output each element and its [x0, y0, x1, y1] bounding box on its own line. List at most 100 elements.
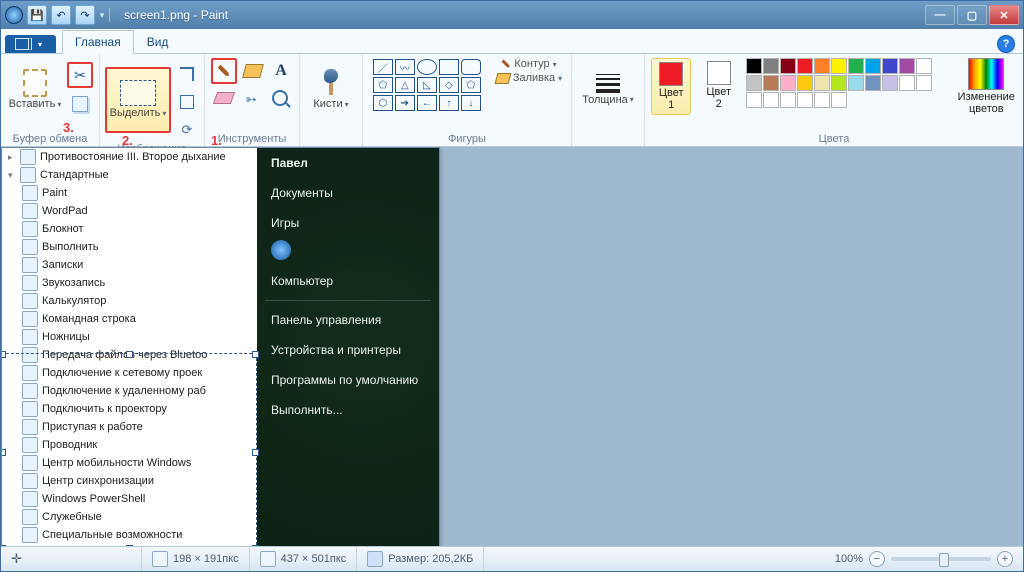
- redo-icon[interactable]: ↷: [75, 5, 95, 25]
- color-swatch[interactable]: [899, 75, 915, 91]
- annotation-2: 2.: [122, 133, 133, 148]
- color-swatch[interactable]: [916, 75, 932, 91]
- maximize-button[interactable]: ▢: [957, 5, 987, 25]
- color-swatch[interactable]: [916, 58, 932, 74]
- color-swatch[interactable]: [797, 58, 813, 74]
- minimize-button[interactable]: ―: [925, 5, 955, 25]
- copy-button[interactable]: [68, 92, 92, 116]
- color-swatch[interactable]: [848, 75, 864, 91]
- edit-colors-button[interactable]: Изменение цветов: [956, 58, 1017, 115]
- shape-triangle[interactable]: △: [395, 77, 415, 93]
- shape-arrowL[interactable]: ←: [417, 95, 437, 111]
- color-swatch[interactable]: [848, 58, 864, 74]
- shape-pentagon[interactable]: ⬠: [461, 77, 481, 93]
- selection-handle[interactable]: [126, 351, 133, 358]
- color-swatch[interactable]: [763, 58, 779, 74]
- selection-handle[interactable]: [252, 351, 259, 358]
- help-icon[interactable]: ?: [997, 35, 1015, 53]
- color-palette[interactable]: [746, 58, 948, 108]
- zoom-in-button[interactable]: +: [997, 551, 1013, 567]
- color-swatch[interactable]: [797, 75, 813, 91]
- tree-item: Записки: [2, 256, 257, 274]
- color-swatch[interactable]: [814, 92, 830, 108]
- color-swatch[interactable]: [746, 75, 762, 91]
- text-tool[interactable]: A: [269, 59, 293, 83]
- color-swatch[interactable]: [899, 58, 915, 74]
- color-swatch[interactable]: [780, 58, 796, 74]
- canvas-area[interactable]: ✛ ▸Противостояние III. Второе дыхание ▾С…: [1, 147, 1023, 546]
- selection-handle[interactable]: [252, 545, 259, 546]
- qat-caret-icon[interactable]: ▾: [99, 10, 105, 21]
- color-swatch[interactable]: [814, 58, 830, 74]
- program-icon: [22, 329, 38, 345]
- shape-arrowD[interactable]: ↓: [461, 95, 481, 111]
- tab-view[interactable]: Вид: [134, 30, 182, 53]
- shape-gallery[interactable]: ／ 〰 ⬠ △ ◺ ◇ ⬠ ⬡ ➔ ← ↑ ↓: [372, 58, 488, 112]
- size-button[interactable]: Толщина▾: [581, 58, 635, 122]
- brushes-button[interactable]: Кисти▾: [308, 58, 354, 122]
- save-icon[interactable]: 💾: [27, 5, 47, 25]
- color1-swatch: [659, 62, 683, 86]
- color2-button[interactable]: Цвет 2: [699, 58, 737, 113]
- shape-arrowU[interactable]: ↑: [439, 95, 459, 111]
- shape-fill-button[interactable]: Заливка▾: [496, 72, 562, 84]
- close-button[interactable]: ✕: [989, 5, 1019, 25]
- magnifier-tool[interactable]: [268, 86, 292, 110]
- color-swatch[interactable]: [865, 75, 881, 91]
- selection-handle[interactable]: [1, 351, 6, 358]
- shape-outline-button[interactable]: Контур▾: [501, 58, 556, 70]
- color-swatch[interactable]: [882, 75, 898, 91]
- selection-handle[interactable]: [1, 449, 6, 456]
- color-swatch[interactable]: [831, 75, 847, 91]
- color-swatch[interactable]: [797, 92, 813, 108]
- selection-handle[interactable]: [252, 449, 259, 456]
- shape-rtriangle[interactable]: ◺: [417, 77, 437, 93]
- size-label: Толщина: [582, 95, 628, 107]
- resize-button[interactable]: [175, 90, 199, 114]
- selection-handle[interactable]: [1, 545, 6, 546]
- zoom-slider-thumb[interactable]: [939, 553, 949, 567]
- color-swatch[interactable]: [882, 58, 898, 74]
- eraser-tool[interactable]: [212, 86, 236, 110]
- select-button[interactable]: Выделить▾: [105, 67, 171, 133]
- shape-oval[interactable]: [417, 59, 437, 75]
- selection-marquee[interactable]: [1, 353, 257, 546]
- color-swatch[interactable]: [814, 75, 830, 91]
- color-swatch[interactable]: [831, 58, 847, 74]
- shape-arrowR[interactable]: ➔: [395, 95, 415, 111]
- shape-roundrect[interactable]: [461, 59, 481, 75]
- shape-curve[interactable]: 〰: [395, 59, 415, 75]
- color-swatch[interactable]: [746, 92, 762, 108]
- canvas[interactable]: ▸Противостояние III. Второе дыхание ▾Ста…: [1, 147, 440, 546]
- color-swatch[interactable]: [746, 58, 762, 74]
- color1-button[interactable]: Цвет 1: [651, 58, 691, 115]
- selection-handle[interactable]: [126, 545, 133, 546]
- rotate-button[interactable]: ⟳: [175, 118, 199, 142]
- picker-tool[interactable]: [240, 86, 264, 110]
- shape-line[interactable]: ／: [373, 59, 393, 75]
- tab-home[interactable]: Главная: [62, 30, 134, 54]
- status-bar: ✛ 198 × 191пкс 437 × 501пкс Размер: 205,…: [1, 546, 1023, 571]
- shape-diamond[interactable]: ◇: [439, 77, 459, 93]
- fill-tool[interactable]: [241, 59, 265, 83]
- color-swatch[interactable]: [780, 75, 796, 91]
- color-swatch[interactable]: [780, 92, 796, 108]
- shape-hexagon[interactable]: ⬡: [373, 95, 393, 111]
- file-menu[interactable]: ▾: [5, 35, 56, 53]
- shape-rect[interactable]: [439, 59, 459, 75]
- shape-polygon[interactable]: ⬠: [373, 77, 393, 93]
- color-swatch[interactable]: [865, 58, 881, 74]
- undo-icon[interactable]: ↶: [51, 5, 71, 25]
- cut-button[interactable]: [67, 62, 93, 88]
- color-swatch[interactable]: [763, 92, 779, 108]
- separator: [265, 300, 431, 301]
- pencil-tool[interactable]: [211, 58, 237, 84]
- color-swatch[interactable]: [763, 75, 779, 91]
- crop-button[interactable]: [175, 62, 199, 86]
- group-tools: A Инструменты 1.: [205, 54, 300, 146]
- color-swatch[interactable]: [831, 92, 847, 108]
- annotation-1: 1.: [211, 133, 222, 148]
- paste-button[interactable]: Вставить▾: [7, 58, 63, 122]
- zoom-slider[interactable]: [891, 557, 991, 561]
- zoom-out-button[interactable]: −: [869, 551, 885, 567]
